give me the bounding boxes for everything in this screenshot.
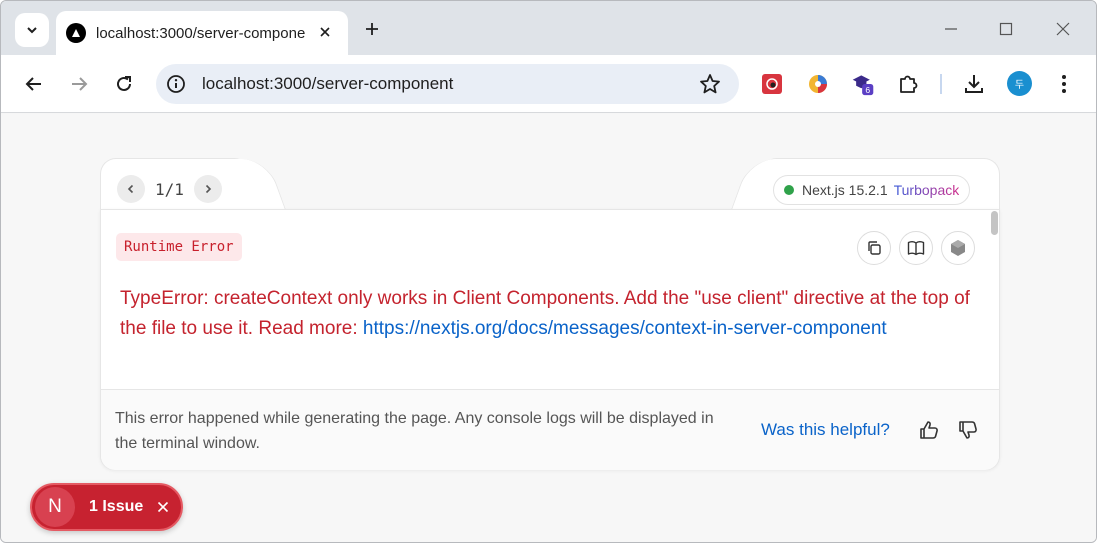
download-icon [965,75,983,93]
feedback-prompt: Was this helpful? [761,420,890,439]
chevron-right-icon [205,184,212,194]
arrow-left-icon [25,77,41,91]
copy-icon [868,241,881,255]
pager-count: 1/1 [155,179,184,199]
overlay-scrollbar[interactable] [991,211,998,235]
address-bar[interactable]: localhost:3000/server-component [156,64,739,104]
plus-icon [366,23,378,35]
arrow-right-icon [72,77,88,91]
info-icon [167,75,185,93]
close-icon [1056,22,1070,36]
chevron-down-icon [27,27,37,34]
toolbar-separator [940,74,942,94]
error-docs-link[interactable]: https://nextjs.org/docs/messages/context… [363,318,887,339]
issues-indicator[interactable]: N 1 Issue [30,483,183,531]
extension-badge-count: 6 [865,85,870,95]
site-info-button[interactable] [165,73,187,95]
thumbs-down-button[interactable] [956,418,980,442]
error-message: TypeError: createContext only works in C… [120,284,980,344]
error-type-label: Runtime Error [116,233,242,261]
browser-menu-button[interactable] [1052,72,1076,96]
palette-extension-icon [809,75,827,93]
nodejs-hexagon-icon [951,240,965,256]
graduation-extension[interactable]: 6 [851,72,875,96]
page-content: 1/1 Next.js 15.2.1 Turbopack Runtime Err… [1,114,1096,542]
minimize-button[interactable] [939,17,963,41]
extensions-menu-button[interactable] [896,72,920,96]
graduation-cap-icon: 6 [852,75,874,96]
url-text: localhost:3000/server-component [202,74,454,93]
close-icon [158,501,169,513]
new-tab-button[interactable] [361,18,383,40]
thumbs-up-button[interactable] [917,418,941,442]
maximize-icon [999,22,1013,36]
issue-count: 1 Issue [89,498,144,515]
active-tab[interactable]: localhost:3000/server-compone [56,11,348,55]
status-dot-icon [784,185,794,195]
downloads-button[interactable] [962,72,986,96]
close-icon [320,27,330,37]
nextjs-favicon-icon [66,23,86,43]
dismiss-issues-button[interactable] [155,499,171,515]
nodejs-inspector-button[interactable] [941,231,975,265]
copy-error-button[interactable] [857,231,891,265]
tab-search-button[interactable] [15,13,49,47]
thumbs-up-icon [920,421,938,439]
chevron-left-icon [127,184,134,194]
error-footer: This error happened while generating the… [101,389,999,470]
forward-button[interactable] [67,72,91,96]
footer-note: This error happened while generating the… [115,410,714,452]
reload-button[interactable] [112,72,136,96]
puzzle-icon [900,75,918,93]
book-open-icon [907,241,925,256]
docs-button[interactable] [899,231,933,265]
window-close-button[interactable] [1051,17,1075,41]
next-error-button[interactable] [193,175,222,203]
thumbs-down-icon [959,421,977,439]
version-badge[interactable]: Next.js 15.2.1 Turbopack [773,175,971,205]
more-vertical-icon [1062,75,1066,93]
minimize-icon [945,28,957,30]
tab-close-button[interactable] [316,23,334,41]
bookmark-button[interactable] [699,73,721,95]
react-devtools-extension[interactable] [760,72,784,96]
tab-strip: localhost:3000/server-compone [1,1,1096,55]
nextjs-logo-icon: N [35,487,75,527]
previous-error-button[interactable] [117,175,145,203]
browser-window: localhost:3000/server-compone localhost:… [0,0,1097,543]
browser-toolbar: localhost:3000/server-component 6 두 [1,55,1096,113]
tab-title: localhost:3000/server-compone [96,24,306,42]
bundler-name: Turbopack [893,182,960,198]
color-extension[interactable] [806,72,830,96]
nextjs-version: Next.js 15.2.1 [802,182,888,198]
reload-icon [117,76,131,91]
bug-extension-icon [762,74,782,94]
back-button[interactable] [22,72,46,96]
error-pager: 1/1 [117,175,222,203]
star-icon [700,74,720,94]
profile-avatar[interactable]: 두 [1007,71,1032,96]
maximize-button[interactable] [994,17,1018,41]
